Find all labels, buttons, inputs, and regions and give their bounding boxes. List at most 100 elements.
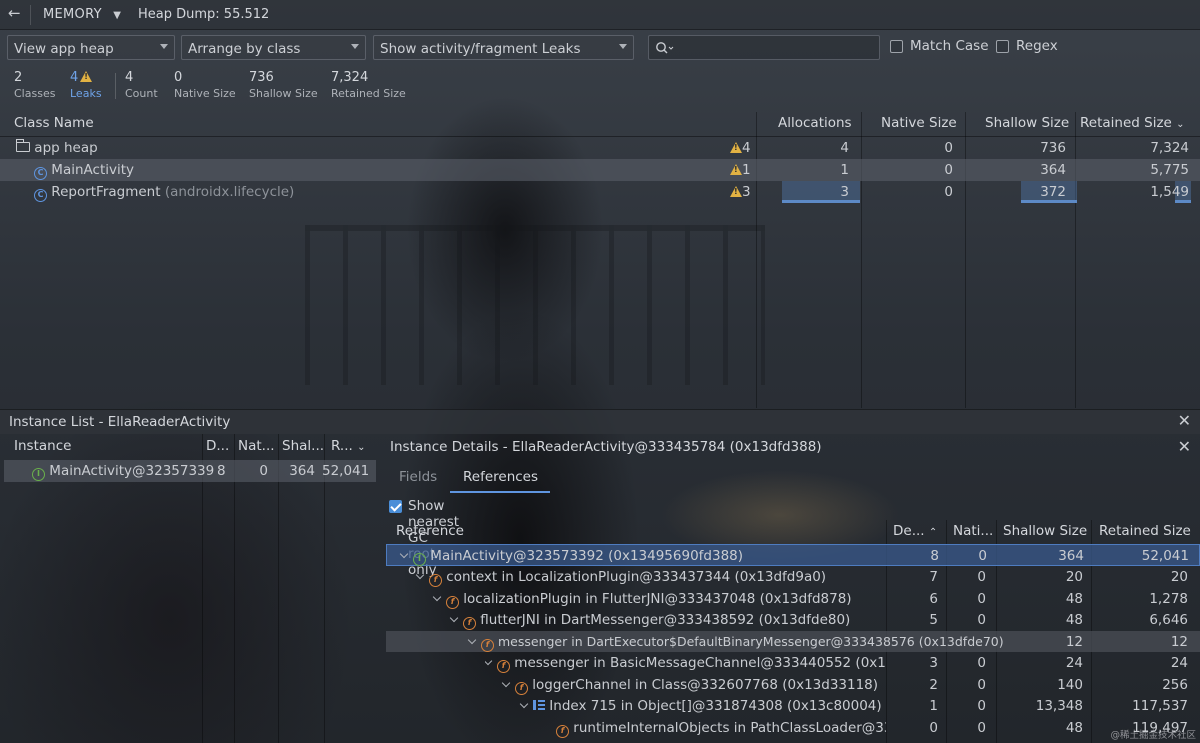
retained-size-value: 5,775 (1150, 162, 1189, 178)
native-value: 0 (977, 698, 986, 714)
field-icon: f (446, 595, 459, 609)
chevron-down-icon (467, 635, 477, 644)
col-allocations[interactable]: Allocations (778, 115, 852, 131)
retained-value: 20 (1170, 569, 1188, 585)
retained-value: 256 (1162, 676, 1188, 693)
col-native[interactable]: Nati... (953, 523, 993, 539)
col-shallow-size[interactable]: Shallow Size (1003, 523, 1087, 539)
col-retained-label: R... (331, 438, 353, 454)
stat-value: 2 (14, 70, 23, 85)
depth-value: 6 (929, 590, 938, 607)
shallow-value: 20 (1065, 569, 1083, 585)
instance-list-header: Instance List - EllaReaderActivity ✕ (0, 409, 1200, 434)
col-native[interactable]: Nat... (238, 438, 275, 454)
shallow-size-value: 372 (1040, 184, 1066, 200)
col-retained[interactable]: R... ⌄ (331, 438, 365, 454)
retained-value: 52,041 (322, 463, 370, 479)
stat-value: 4 (70, 70, 79, 85)
reference-text: context in LocalizationPlugin@333437344 … (446, 569, 827, 585)
reference-text: flutterJNI in DartMessenger@333438592 (0… (480, 612, 851, 628)
chevron-down-icon (351, 44, 359, 49)
native-value: 0 (977, 590, 986, 607)
reference-row[interactable]: f messenger in DartExecutor$DefaultBinar… (386, 630, 1200, 652)
stat-label: Count (125, 87, 158, 100)
stat-classes: 2 Classes (14, 70, 55, 100)
native-value: 0 (977, 612, 986, 628)
class-row-app-heap[interactable]: app heap 4 4 0 736 7,324 (0, 137, 1200, 159)
col-retained-size[interactable]: Retained Size ⌄ (1080, 115, 1185, 131)
col-instance[interactable]: Instance (14, 438, 71, 454)
reference-row[interactable]: f loggerChannel in Class@332607768 (0x13… (386, 674, 1200, 696)
retained-value: 24 (1170, 655, 1188, 671)
class-name: MainActivity (51, 162, 135, 178)
instance-row[interactable]: I MainActivity@32357339 8 0 364 52,041 (4, 460, 376, 482)
shallow-value: 24 (1065, 655, 1083, 671)
heap-select[interactable]: View app heap (7, 35, 175, 60)
col-depth[interactable]: D... (206, 438, 229, 454)
warning-icon (80, 71, 93, 82)
reference-row[interactable]: f messenger in BasicMessageChannel@33344… (386, 652, 1200, 674)
col-reference[interactable]: Reference (396, 523, 464, 539)
stat-label: Retained Size (331, 87, 406, 100)
col-class-name[interactable]: Class Name (14, 115, 94, 131)
stat-shallow-size: 736 Shallow Size (249, 70, 318, 100)
reference-row[interactable]: f localizationPlugin in FlutterJNI@33343… (386, 588, 1200, 610)
warning-icon (730, 164, 742, 175)
native-value: 0 (977, 655, 986, 671)
stat-count: 4 Count (125, 70, 158, 100)
shallow-value: 364 (289, 463, 315, 479)
depth-value: 3 (929, 655, 938, 671)
arrange-select[interactable]: Arrange by class (181, 35, 366, 60)
native-value: 0 (977, 676, 986, 693)
filter-bar: View app heap Arrange by class Show acti… (0, 32, 1200, 62)
stat-label: Native Size (174, 87, 236, 100)
sort-desc-icon: ⌄ (1176, 119, 1185, 130)
tab-fields[interactable]: Fields (399, 469, 437, 485)
stat-value: 736 (249, 70, 274, 85)
close-icon[interactable]: ✕ (1178, 411, 1191, 430)
col-native-size[interactable]: Native Size (881, 115, 957, 131)
instance-details-header: Instance Details - EllaReaderActivity@33… (386, 434, 1200, 460)
reference-row[interactable]: f flutterJNI in DartMessenger@333438592 … (386, 609, 1200, 631)
allocations-value: 1 (840, 162, 849, 178)
stat-leaks[interactable]: 4 Leaks (70, 70, 102, 100)
stat-label: Shallow Size (249, 87, 318, 100)
depth-value: 7 (929, 569, 938, 585)
leak-filter-select[interactable]: Show activity/fragment Leaks (373, 35, 634, 60)
regex-checkbox[interactable] (996, 40, 1009, 53)
retained-value: 1,278 (1149, 590, 1188, 607)
chevron-down-icon (619, 44, 627, 49)
col-retained-size[interactable]: Retained Size (1099, 523, 1191, 539)
gc-root-checkbox[interactable] (389, 500, 402, 513)
class-row-reportfragment[interactable]: C ReportFragment (androidx.lifecycle) 3 … (0, 181, 1200, 203)
instance-icon: I (32, 468, 45, 481)
reference-row[interactable]: f runtimeInternalObjects in PathClassLoa… (386, 717, 1200, 739)
reference-row[interactable]: I MainActivity@323573392 (0x13495690fd38… (386, 544, 1200, 566)
class-name: ReportFragment (51, 184, 161, 200)
close-icon[interactable]: ✕ (1178, 437, 1191, 456)
field-icon: f (497, 660, 510, 673)
field-icon: f (429, 574, 442, 587)
col-shallow-size[interactable]: Shallow Size (985, 115, 1069, 131)
tab-references[interactable]: References (463, 469, 538, 485)
search-input[interactable] (648, 35, 880, 60)
class-row-mainactivity[interactable]: C MainActivity 1 1 0 364 5,775 (0, 159, 1200, 181)
depth-value: 5 (929, 612, 938, 628)
class-icon: C (34, 189, 47, 202)
back-arrow-icon[interactable]: ← (8, 4, 21, 22)
match-case-label: Match Case (910, 38, 989, 54)
col-depth[interactable]: De... ⌃ (893, 523, 937, 539)
match-case-checkbox[interactable] (890, 40, 903, 53)
reference-row[interactable]: Index 715 in Object[]@331874308 (0x13c80… (386, 695, 1200, 717)
profiler-selector[interactable]: MEMORY ▼ (43, 7, 121, 22)
col-retained-size-label: Retained Size (1080, 115, 1172, 131)
reference-row[interactable]: f context in LocalizationPlugin@33343734… (386, 566, 1200, 588)
col-shallow[interactable]: Shal... (282, 438, 324, 454)
watermark: @稀土掘金技术社区 (1110, 730, 1196, 741)
instance-list-title: Instance List - EllaReaderActivity (9, 414, 231, 430)
details-tabs: Fields References (386, 463, 1200, 493)
native-value: 0 (978, 548, 987, 564)
chevron-down-icon: ▼ (106, 10, 122, 21)
reference-text: Index 715 in Object[]@331874308 (0x13c80… (549, 698, 882, 714)
reference-text: localizationPlugin in FlutterJNI@3334370… (463, 590, 852, 607)
